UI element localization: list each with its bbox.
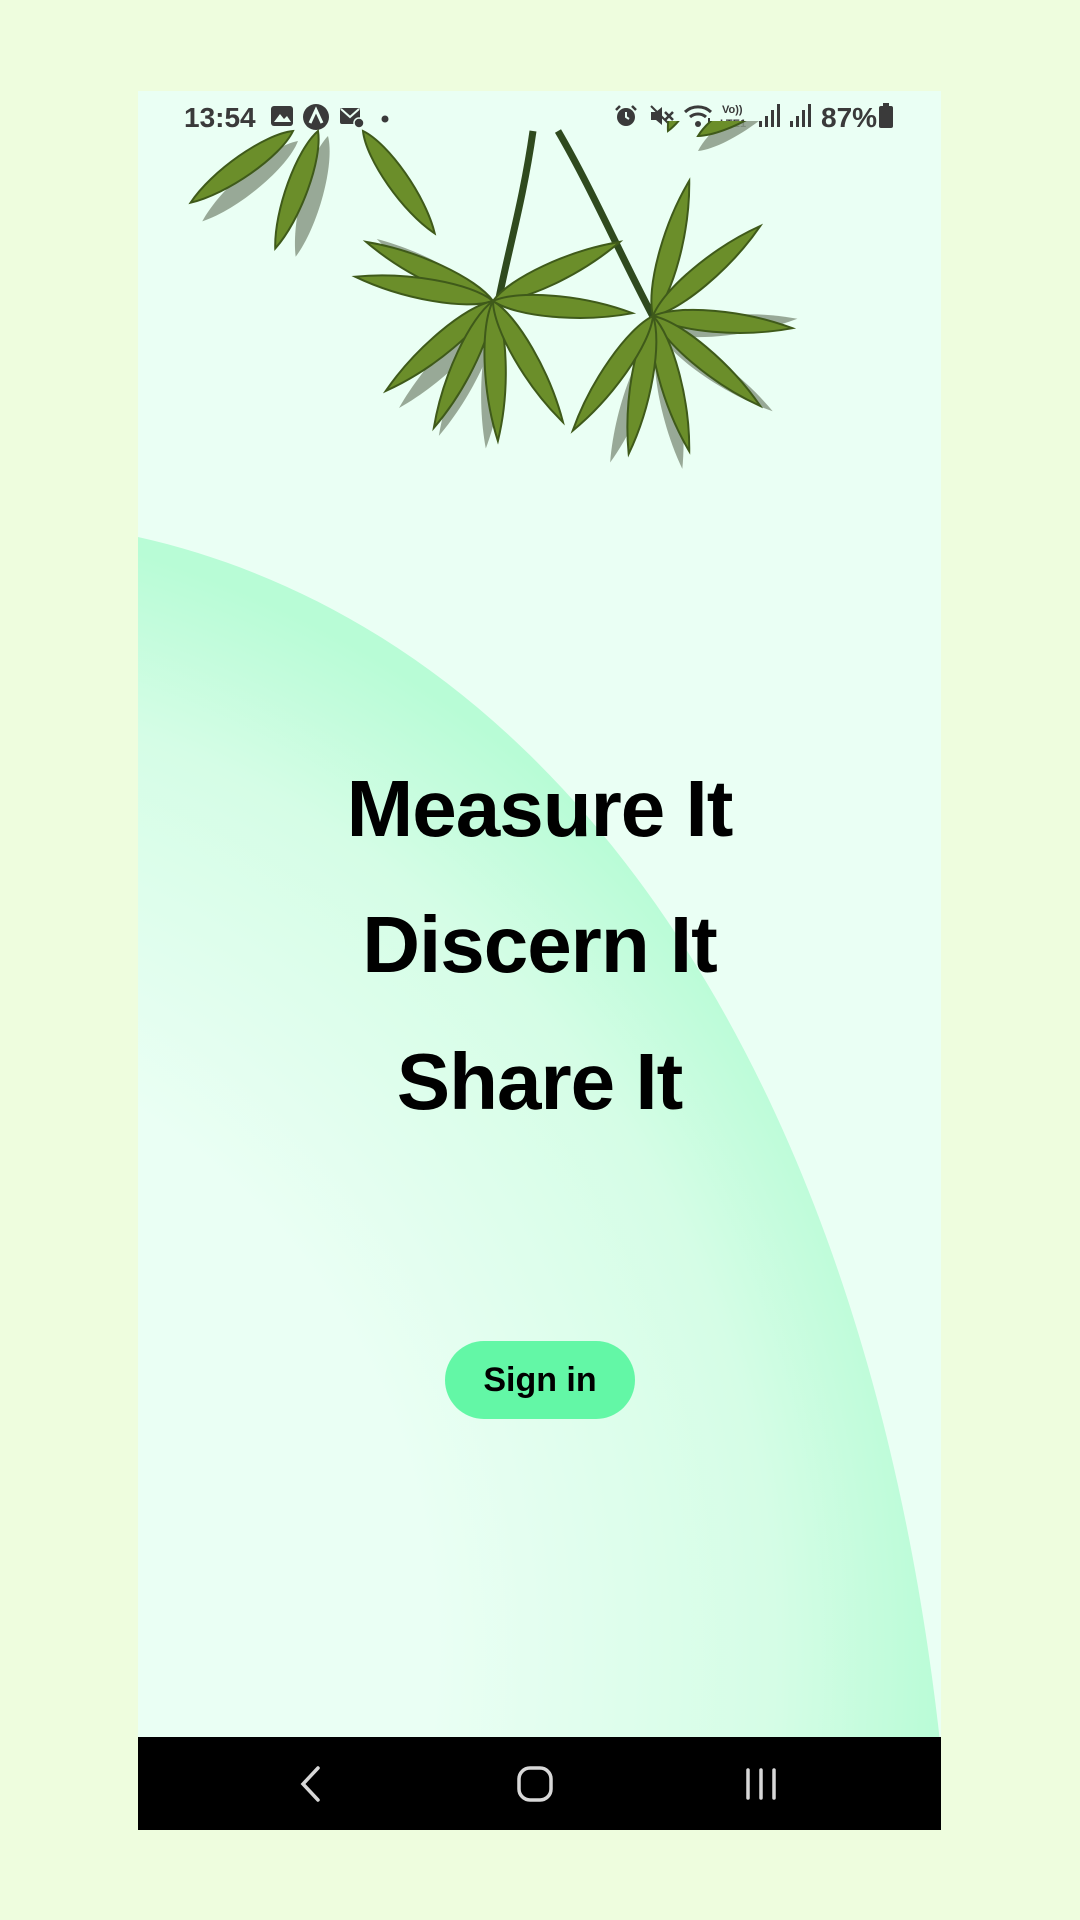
nav-home-button[interactable] bbox=[475, 1737, 595, 1830]
back-icon bbox=[300, 1765, 320, 1802]
nav-recents-button[interactable] bbox=[701, 1737, 821, 1830]
nav-back-button[interactable] bbox=[250, 1737, 370, 1830]
home-icon bbox=[517, 1765, 553, 1802]
svg-text:Vo)): Vo)) bbox=[722, 104, 743, 116]
tagline-discern: Discern It bbox=[362, 900, 718, 989]
tagline-share: Share It bbox=[396, 1037, 683, 1126]
phone-screen: 13:54 Vo))LTE1 87% bbox=[138, 91, 941, 1830]
recents-icon bbox=[746, 1767, 776, 1800]
navigation-bar bbox=[138, 1737, 941, 1830]
palm-leaves-illustration bbox=[183, 121, 813, 471]
sign-in-button[interactable]: Sign in bbox=[445, 1341, 635, 1419]
tagline-measure: Measure It bbox=[346, 764, 734, 853]
